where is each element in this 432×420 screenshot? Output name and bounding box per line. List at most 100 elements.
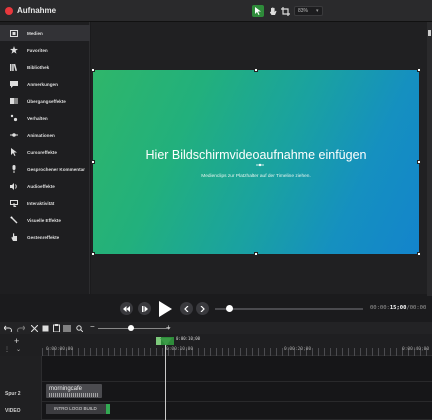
playhead-marker[interactable] (160, 338, 172, 346)
resize-handle[interactable] (417, 68, 421, 72)
track-row-empty[interactable] (42, 356, 432, 382)
zoom-dropdown[interactable]: 83% ▾ (294, 6, 323, 16)
sidebar-item-label: Animationen (27, 132, 55, 138)
hand-icon (269, 6, 276, 15)
track-header-video[interactable]: VIDEO (0, 402, 42, 420)
resize-handle[interactable] (254, 68, 258, 72)
app-title: Aufnahme (17, 6, 57, 15)
split-icon (63, 324, 71, 332)
pointer-icon (255, 7, 261, 15)
magnifier-icon (75, 324, 83, 332)
paste-icon (52, 324, 60, 332)
collapse-icon[interactable]: ⌄ (16, 346, 21, 353)
track-name: VIDEO (5, 408, 21, 414)
timeline-ruler[interactable]: + ⋮ ⌄ 0:00:00;00 0:00:10;00 0:00:20;00 0… (0, 334, 432, 356)
hand-icon (10, 233, 18, 241)
track-header-empty (0, 356, 42, 382)
wand-icon (10, 216, 18, 224)
placeholder-title: Hier Bildschirmvideoaufnahme einfügen (145, 148, 367, 162)
annotation-icon (10, 80, 18, 88)
sidebar-item-animationen[interactable]: Animationen (0, 127, 90, 143)
resize-handle[interactable] (91, 68, 95, 72)
next-button[interactable] (196, 302, 209, 315)
timecode-current: 15;00 (389, 305, 407, 311)
sidebar-item-verhalten[interactable]: Verhalten (0, 110, 90, 126)
sidebar-item-gestenreffekte[interactable]: Gestenreffekte (0, 229, 90, 245)
sidebar-item-bibliothek[interactable]: Bibliothek (0, 59, 90, 75)
sidebar-item-uebergangseffekte[interactable]: Übergangseffekte (0, 93, 90, 109)
undo-icon (4, 325, 12, 332)
zoom-slider-knob[interactable] (128, 325, 134, 331)
timeline-toolbar: − + (0, 322, 432, 334)
clip-label: INTRO LOGO BUILD (54, 406, 97, 411)
canvas-area[interactable]: Hier Bildschirmvideoaufnahme einfügen Me… (91, 22, 427, 294)
sidebar-item-cursoreffekte[interactable]: Cursoreffekte (0, 144, 90, 160)
cursor-icon (10, 148, 18, 156)
clip-label: morningcafe (49, 386, 83, 392)
timecode-total: /00:00 (406, 305, 427, 311)
sidebar-item-medien[interactable]: Medien (0, 25, 90, 41)
play-pause-icon (141, 305, 148, 312)
cut-button[interactable] (30, 324, 38, 332)
sidebar-item-visuelle-effekte[interactable]: Visuelle Effekte (0, 212, 90, 228)
resize-handle[interactable] (417, 252, 421, 256)
crop-icon (281, 6, 290, 16)
waveform (49, 393, 99, 397)
play-button[interactable] (155, 299, 175, 319)
sidebar: Medien Favoriten Bibliothek Anmerkungen … (0, 22, 90, 294)
sidebar-item-anmerkungen[interactable]: Anmerkungen (0, 76, 90, 92)
paste-button[interactable] (52, 324, 60, 332)
sidebar-item-interaktivitaet[interactable]: Interaktivität (0, 195, 90, 211)
timeline-zoom-slider[interactable] (98, 328, 170, 329)
ruler-ticks (42, 348, 432, 356)
sidebar-item-label: Bibliothek (27, 64, 50, 70)
clip-morningcafe[interactable]: morningcafe (46, 384, 102, 398)
undo-button[interactable] (4, 324, 12, 332)
step-back-button[interactable] (120, 302, 133, 315)
track-header-spur-2[interactable]: Spur 2 (0, 382, 42, 402)
split-button[interactable] (63, 324, 71, 332)
sidebar-item-favoriten[interactable]: Favoriten (0, 42, 90, 58)
playback-scrubber[interactable] (215, 308, 363, 310)
copy-button[interactable] (41, 324, 49, 332)
clip-edge-handle[interactable] (106, 404, 110, 414)
sidebar-item-label: Audioeffekte (27, 183, 55, 189)
sidebar-item-label: Visuelle Effekte (27, 217, 61, 223)
redo-button[interactable] (17, 324, 25, 332)
playback-bar: 00:00:15;00/00:00 (0, 296, 432, 322)
sidebar-item-label: Interaktivität (27, 200, 55, 206)
sidebar-item-gesprochener-kommentar[interactable]: Gesprochener Kommentar (0, 161, 90, 177)
zoom-button[interactable] (75, 324, 83, 332)
record-icon (5, 7, 13, 15)
rewind-icon (123, 305, 130, 312)
properties-panel-edge[interactable] (427, 22, 432, 302)
redo-icon (17, 325, 25, 332)
sidebar-item-label: Gestenreffekte (27, 234, 60, 240)
resize-handle[interactable] (254, 252, 258, 256)
timecode: 00:00:15;00/00:00 (370, 305, 426, 311)
panel-toggle-icon[interactable] (428, 30, 431, 36)
film-icon (10, 29, 18, 37)
crop-tool-button[interactable] (281, 6, 290, 16)
pan-tool-button[interactable] (268, 6, 277, 16)
sidebar-item-label: Favoriten (27, 47, 48, 53)
library-icon (10, 63, 18, 71)
placeholder-subtitle: Medienclips zur Platzhalter auf der Time… (201, 174, 311, 179)
chevron-left-icon (184, 305, 189, 312)
clip-intro[interactable]: INTRO LOGO BUILD (46, 404, 110, 414)
sidebar-item-label: Gesprochener Kommentar (27, 166, 85, 172)
previous-button[interactable] (180, 302, 193, 315)
scrubber-knob[interactable] (226, 305, 234, 312)
video-placeholder[interactable]: Hier Bildschirmvideoaufnahme einfügen Me… (91, 68, 421, 256)
select-tool-button[interactable] (252, 5, 264, 17)
more-icon[interactable]: ⋮ (4, 346, 10, 353)
ruler-label: 0:00:40;00 (402, 347, 430, 352)
zoom-in-icon[interactable]: + (166, 323, 171, 332)
zoom-out-icon[interactable]: − (90, 322, 95, 331)
star-icon (10, 46, 18, 54)
scissors-icon (30, 324, 38, 332)
add-track-icon[interactable]: + (14, 336, 19, 346)
step-forward-button[interactable] (138, 302, 151, 315)
sidebar-item-audioeffekte[interactable]: Audioeffekte (0, 178, 90, 194)
resize-handle[interactable] (91, 252, 95, 256)
